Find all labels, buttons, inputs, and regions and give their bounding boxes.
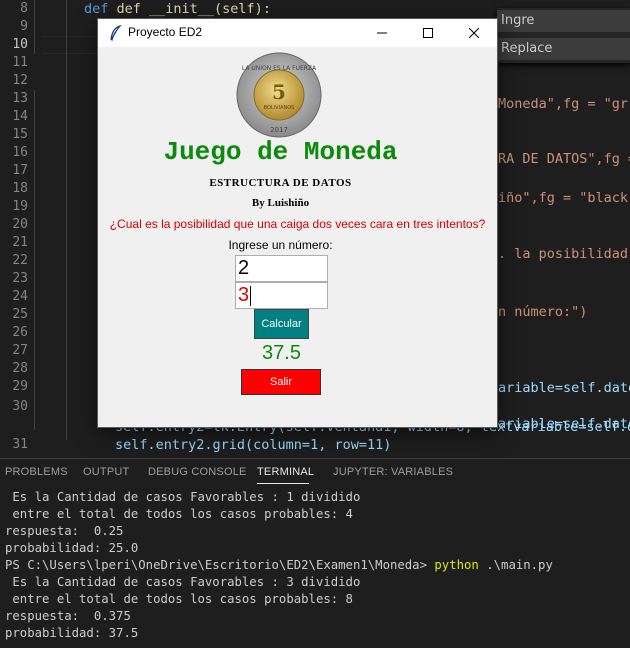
exit-button[interactable]: Salir [241, 369, 321, 395]
maximize-icon [423, 28, 433, 38]
line-number: 21 [12, 235, 28, 250]
minimize-icon [377, 32, 387, 34]
question-label: ¿Cual es la posibilidad que una caiga do… [109, 217, 486, 231]
line-number: 13 [12, 91, 28, 106]
line-number: 24 [12, 289, 28, 304]
calculate-button[interactable]: Calcular [254, 309, 309, 339]
maximize-button[interactable] [405, 19, 451, 47]
line-number: 18 [12, 181, 28, 196]
code-line: . la posibilidad q [498, 246, 630, 262]
coin-image: LA UNION ES LA FUERZA 5 BOLIVIANOS 2017 [236, 52, 322, 138]
terminal-prompt: PS C:\Users\lperi\OneDrive\Escritorio\ED… [5, 558, 435, 572]
coin-denomination: BOLIVIANOS [264, 105, 295, 111]
line-number: 12 [12, 73, 28, 88]
coin-top-text: LA UNION ES LA FUERZA [242, 65, 317, 72]
tab-debug-console[interactable]: DEBUG CONSOLE [148, 466, 247, 478]
text-caret [250, 285, 252, 306]
active-tab-indicator [257, 483, 309, 484]
line-number: 22 [12, 253, 28, 268]
line-number: 29 [12, 379, 28, 394]
feather-icon [110, 25, 122, 41]
replace-input[interactable]: Replace [497, 38, 630, 60]
terminal-prompt-line: PS C:\Users\lperi\OneDrive\Escritorio\ED… [5, 557, 625, 574]
close-icon [469, 28, 479, 38]
line-number: 28 [12, 361, 28, 376]
window-title: Proyecto ED2 [128, 25, 203, 39]
tab-terminal[interactable]: TERMINAL [257, 466, 314, 478]
indent-guide [66, 0, 67, 440]
terminal-line: Es la Cantidad de casos Favorables : 1 d… [5, 490, 361, 504]
line-number: 8 [20, 1, 28, 16]
terminal-command: python [434, 558, 479, 572]
line-number-gutter: 8 9 10 11 12 13 14 15 16 17 18 19 20 21 … [0, 0, 42, 458]
line-number: 16 [12, 145, 28, 160]
code-line: iño",fg = "black" [498, 190, 630, 206]
code-line: self.entry2.grid(column=1, row=11) [115, 437, 392, 453]
terminal-line: probabilidad: 25.0 [5, 541, 139, 555]
terminal-line: entre el total de todos los casos probab… [5, 592, 353, 606]
line-number: 19 [12, 199, 28, 214]
line-number: 25 [12, 307, 28, 322]
terminal-command-arg: .\main.py [478, 558, 553, 572]
line-number: 14 [12, 109, 28, 124]
line-number: 26 [12, 325, 28, 340]
line-number: 30 [12, 399, 28, 414]
app-window: Proyecto ED2 LA UNION ES LA FUERZA 5 BOL… [97, 18, 498, 428]
line-number: 31 [12, 437, 28, 452]
code-line: n número:") [498, 304, 588, 320]
line-number: 23 [12, 271, 28, 286]
author-label: By Luishiño [251, 197, 310, 209]
favorable-cases-input[interactable]: 2 [235, 255, 328, 282]
code-text: def __init__(self): [116, 1, 271, 17]
line-number: 20 [12, 217, 28, 232]
terminal-line: respuesta: 0.25 [5, 524, 124, 538]
terminal-line: probabilidad: 37.5 [5, 626, 139, 640]
window-content: LA UNION ES LA FUERZA 5 BOLIVIANOS 2017 … [98, 47, 497, 427]
find-input-text: Ingre [501, 13, 535, 28]
total-cases-value: 3 [238, 284, 250, 306]
terminal-line: Es la Cantidad de casos Favorables : 3 d… [5, 575, 361, 589]
replace-input-placeholder: Replace [501, 41, 553, 56]
coin-number: 5 [272, 80, 286, 104]
result-label: 37.5 [262, 342, 301, 364]
code-line: def def __init__(self): [84, 1, 271, 17]
tab-problems[interactable]: PROBLEMS [5, 466, 68, 478]
number-prompt-label: Ingrese un número: [228, 238, 333, 252]
coin-year: 2017 [270, 126, 288, 134]
subtitle: ESTRUCTURA DE DATOS [209, 177, 352, 189]
terminal-output[interactable]: Es la Cantidad de casos Favorables : 1 d… [5, 489, 625, 642]
find-replace-widget: Ingre Replace [497, 8, 630, 63]
code-line: Moneda",fg = "gr [498, 96, 629, 112]
code-line: RA DE DATOS",fg = [498, 151, 630, 167]
minimize-button[interactable] [359, 19, 405, 47]
close-button[interactable] [451, 19, 497, 47]
terminal-line: respuesta: 0.375 [5, 609, 131, 623]
terminal-line: entre el total de todos los casos probab… [5, 507, 353, 521]
line-number: 9 [20, 19, 28, 34]
line-number: 10 [12, 37, 28, 52]
line-number: 27 [12, 343, 28, 358]
tab-output[interactable]: OUTPUT [83, 466, 129, 478]
indent-guide [34, 90, 35, 430]
code-line: ariable=self.dato [498, 380, 630, 396]
find-input[interactable]: Ingre [497, 10, 630, 32]
panel-tabs: PROBLEMS OUTPUT DEBUG CONSOLE TERMINAL J… [0, 459, 630, 485]
total-cases-input[interactable]: 3 [235, 282, 328, 309]
line-number: 11 [12, 55, 28, 70]
favorable-cases-value: 2 [238, 257, 250, 279]
bottom-panel: PROBLEMS OUTPUT DEBUG CONSOLE TERMINAL J… [0, 458, 630, 648]
line-number: 15 [12, 127, 28, 142]
indent-guide [34, 0, 35, 54]
line-number: 17 [12, 163, 28, 178]
tab-jupyter-variables[interactable]: JUPYTER: VARIABLES [333, 466, 453, 478]
window-titlebar[interactable]: Proyecto ED2 [98, 19, 497, 47]
page-title: Juego de Moneda [163, 137, 398, 167]
